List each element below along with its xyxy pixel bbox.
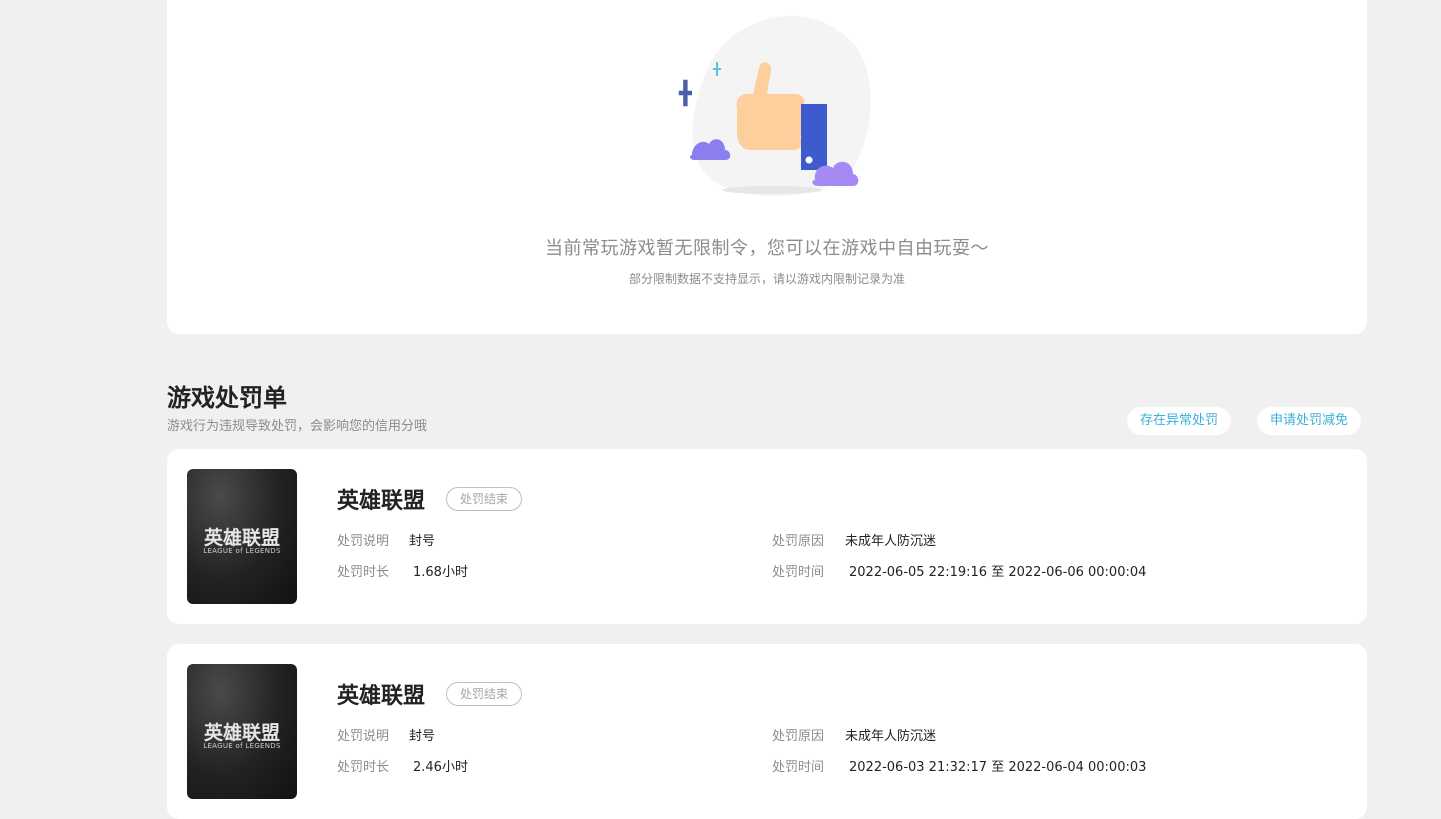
value-time: 2022-06-03 21:32:17 至 2022-06-04 00:00:0… xyxy=(849,760,1147,775)
label-reason: 处罚原因 xyxy=(772,534,825,549)
status-badge: 处罚结束 xyxy=(446,487,523,511)
label-duration: 处罚时长 xyxy=(337,760,390,775)
abnormal-punish-button[interactable]: 存在异常处罚 xyxy=(1127,407,1232,435)
empty-state-card: 当前常玩游戏暂无限制令，您可以在游戏中自由玩耍～ 部分限制数据不支持显示，请以游… xyxy=(167,0,1367,334)
value-time: 2022-06-05 22:19:16 至 2022-06-06 00:00:0… xyxy=(849,565,1147,580)
value-desc: 封号 xyxy=(409,534,436,549)
apply-reduction-button[interactable]: 申请处罚减免 xyxy=(1257,407,1362,435)
punish-record-card[interactable]: 英雄联盟 LEAGUE of LEGENDS 英雄联盟 处罚结束 处罚说明 封号… xyxy=(167,644,1367,819)
game-cover-image: 英雄联盟 LEAGUE of LEGENDS xyxy=(187,664,297,799)
cover-logo-text: 英雄联盟 xyxy=(203,722,280,744)
value-reason: 未成年人防沉迷 xyxy=(845,534,937,549)
section-title: 游戏处罚单 xyxy=(167,384,287,412)
status-badge: 处罚结束 xyxy=(446,682,523,706)
label-reason: 处罚原因 xyxy=(772,729,825,744)
label-time: 处罚时间 xyxy=(772,565,825,580)
empty-state-title: 当前常玩游戏暂无限制令，您可以在游戏中自由玩耍～ xyxy=(545,238,989,259)
cover-logo-subtext: LEAGUE of LEGENDS xyxy=(203,742,281,750)
value-desc: 封号 xyxy=(409,729,436,744)
game-cover-image: 英雄联盟 LEAGUE of LEGENDS xyxy=(187,469,297,604)
section-description: 游戏行为违规导致处罚，会影响您的信用分哦 xyxy=(167,419,428,434)
punish-record-card[interactable]: 英雄联盟 LEAGUE of LEGENDS 英雄联盟 处罚结束 处罚说明 封号… xyxy=(167,449,1367,624)
label-duration: 处罚时长 xyxy=(337,565,390,580)
game-name: 英雄联盟 xyxy=(337,489,426,514)
label-desc: 处罚说明 xyxy=(337,729,390,744)
value-reason: 未成年人防沉迷 xyxy=(845,729,937,744)
label-desc: 处罚说明 xyxy=(337,534,390,549)
value-duration: 1.68小时 xyxy=(413,565,468,580)
game-name: 英雄联盟 xyxy=(337,684,426,709)
thumbs-up-illustration xyxy=(678,15,871,197)
empty-state-subtitle: 部分限制数据不支持显示，请以游戏内限制记录为准 xyxy=(628,272,905,286)
value-duration: 2.46小时 xyxy=(413,760,468,775)
label-time: 处罚时间 xyxy=(772,760,825,775)
cover-logo-text: 英雄联盟 xyxy=(203,527,280,549)
cover-logo-subtext: LEAGUE of LEGENDS xyxy=(203,547,281,555)
